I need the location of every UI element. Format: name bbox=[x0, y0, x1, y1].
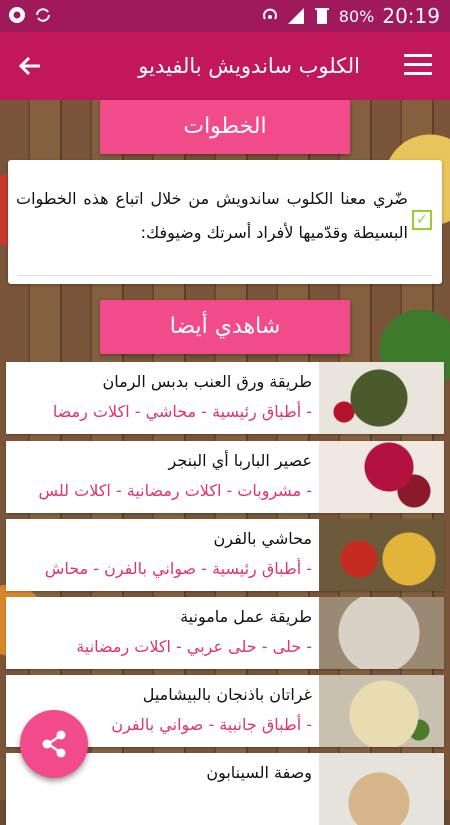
recipe-categories: - أطباق رئيسية - محاشي - اكلات رمضا bbox=[52, 402, 312, 421]
recipe-categories: - أطباق رئيسية - صواني بالفرن - محاش bbox=[44, 559, 312, 578]
page-title: الكلوب ساندويش بالفيديو bbox=[138, 54, 360, 78]
recipe-title: طريقة ورق العنب بدبس الرمان bbox=[102, 372, 312, 391]
recipe-thumbnail bbox=[319, 441, 444, 513]
share-button[interactable] bbox=[20, 710, 88, 778]
recipe-categories: - حلى - حلى عربي - اكلات رمضانية bbox=[76, 637, 312, 656]
hotspot-icon bbox=[262, 8, 277, 20]
notification-icon bbox=[9, 7, 25, 23]
back-arrow-icon[interactable] bbox=[14, 50, 46, 82]
see-also-header: شاهدي أيضا bbox=[100, 300, 350, 354]
recipe-categories: - أطباق جانبية - صواني بالفرن bbox=[111, 715, 312, 734]
status-bar: 80% 20:19 bbox=[0, 0, 450, 32]
recipe-title: محاشي بالفرن bbox=[213, 529, 312, 548]
recipe-thumbnail bbox=[319, 753, 444, 825]
app-bar: الكلوب ساندويش بالفيديو bbox=[0, 32, 450, 100]
recipe-title: عصير الباربا أي البنجر bbox=[168, 451, 312, 470]
battery-icon bbox=[314, 8, 329, 24]
divider bbox=[18, 275, 432, 276]
steps-text: ضّري معنا الكلوب ساندويش من خلال اتباع ه… bbox=[16, 189, 408, 242]
list-item[interactable]: عصير الباربا أي البنجر - مشروبات - اكلات… bbox=[6, 441, 444, 513]
recipe-thumbnail bbox=[319, 362, 444, 434]
sync-icon bbox=[36, 8, 50, 22]
steps-header: الخطوات bbox=[100, 100, 350, 154]
recipe-title: غراتان باذنجان بالبيشاميل bbox=[142, 685, 312, 704]
recipe-thumbnail bbox=[319, 675, 444, 747]
list-item[interactable]: طريقة عمل مامونية - حلى - حلى عربي - اكل… bbox=[6, 597, 444, 669]
list-item[interactable]: محاشي بالفرن - أطباق رئيسية - صواني بالف… bbox=[6, 519, 444, 591]
steps-card: ✓ ضّري معنا الكلوب ساندويش من خلال اتباع… bbox=[8, 160, 442, 284]
recipe-thumbnail bbox=[319, 519, 444, 591]
recipe-categories: - مشروبات - اكلات رمضانية - اكلات للس bbox=[38, 481, 312, 500]
signal-icon bbox=[287, 8, 304, 24]
share-icon bbox=[42, 730, 66, 758]
checkbox-icon[interactable]: ✓ bbox=[412, 210, 432, 230]
recipe-thumbnail bbox=[319, 597, 444, 669]
clock: 20:19 bbox=[382, 4, 440, 28]
recipe-title: طريقة عمل مامونية bbox=[180, 607, 312, 626]
battery-percent: 80% bbox=[338, 6, 375, 26]
list-item[interactable]: طريقة ورق العنب بدبس الرمان - أطباق رئيس… bbox=[6, 362, 444, 434]
menu-icon[interactable] bbox=[404, 54, 432, 78]
recipe-title: وصفة السينابون bbox=[206, 763, 312, 782]
